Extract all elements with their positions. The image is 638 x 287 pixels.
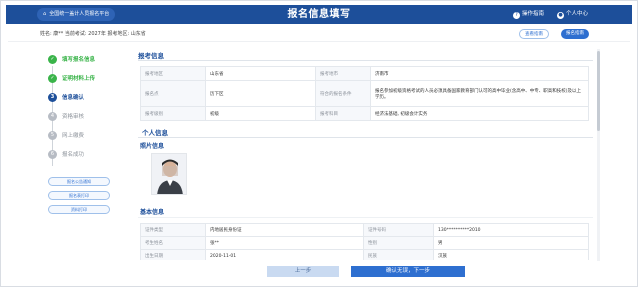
help-icon: ? (513, 12, 520, 19)
table-row: 证件类型 内地居民身份证 证件号码 130**********2010 (140, 223, 589, 237)
table-cell-label: 考生姓名 (140, 236, 206, 250)
table-cell-value: 历下区 (205, 80, 316, 107)
table-row: 报名点 历下区 符合的报名条件 报名参加初级资格考试的人员必须具备国家教育部门认… (140, 80, 589, 107)
section-divider (138, 137, 593, 138)
user-label: 个人中心 (566, 11, 589, 17)
step-label: 报名成功 (62, 152, 85, 158)
table-cell-value: 山东省 (205, 66, 316, 81)
table-cell-label: 证件号码 (363, 223, 434, 237)
exam-section-title: 报考信息 (138, 52, 164, 60)
registration-guide-button[interactable]: 报名指南 (561, 29, 589, 39)
table-cell-label: 证件类型 (140, 223, 206, 237)
step-registration-success: 6 报名成功 (48, 149, 84, 161)
step-number: 6 (48, 150, 57, 159)
table-cell-value: 内地居民身份证 (205, 223, 364, 237)
print-materials-button[interactable]: 资料打印 (48, 205, 110, 214)
page: ⌂ 全国统一盖计人员报名平台 报名信息填写 ? 操作指南 ● 个人中心 姓名: 康**… (0, 0, 638, 287)
table-cell-label: 报考地市 (315, 66, 371, 81)
candidate-photo (151, 153, 187, 195)
user-center-menu[interactable]: ● 个人中心 (557, 9, 588, 20)
table-row: 出生日期 2020-11-01 民族 汉族 (140, 249, 589, 260)
step-number: 5 (48, 131, 57, 140)
basic-info-table: 证件类型 内地居民身份证 证件号码 130**********2010 考生姓名… (140, 223, 589, 260)
section-divider (138, 60, 593, 61)
step-label: 信息确认 (62, 95, 85, 101)
table-row: 报考地区 山东省 报考地市 济南市 (140, 66, 589, 81)
photo-section-title: 照片信息 (140, 143, 165, 150)
exam-info-table: 报考地区 山东省 报考地市 济南市 报名点 历下区 符合的报名条件 报名参加初级… (140, 66, 589, 121)
step-number: 4 (48, 112, 57, 121)
scrollbar-thumb[interactable] (597, 51, 600, 131)
exam-info-bar: 姓名: 康** 当前考试: 2027年 报考地区: 山东省 查看指南 报名指南 (8, 26, 630, 42)
check-icon: ✓ (48, 55, 57, 64)
basic-info-title: 基本信息 (140, 209, 165, 216)
step-qualification-review: 4 资格审核 (48, 111, 84, 123)
step-online-payment: 5 网上缴费 (48, 130, 84, 142)
help-menu[interactable]: ? 操作指南 (513, 9, 544, 20)
table-cell-value: 130**********2010 (433, 223, 589, 237)
previous-step-button[interactable]: 上一步 (267, 266, 339, 277)
help-label: 操作指南 (522, 11, 545, 17)
table-cell-label: 出生日期 (140, 249, 206, 260)
step-label: 资格审核 (62, 114, 85, 120)
step-fill-info[interactable]: ✓ 填写报名信息 (48, 54, 95, 66)
step-label: 网上缴费 (62, 133, 85, 139)
user-icon: ● (557, 12, 564, 19)
table-cell-label: 报考级别 (140, 106, 206, 121)
table-cell-value: 张** (205, 236, 364, 250)
table-row: 报考级别 初级 报考科目 经济法基础, 初级会计实务 (140, 106, 589, 121)
print-form-button[interactable]: 报名表打印 (48, 191, 110, 200)
table-cell-value: 济南市 (370, 66, 589, 81)
step-label: 填写报名信息 (62, 57, 96, 63)
step-sidebar: ✓ 填写报名信息 ✓ 证明材料上传 3 信息确认 4 资格审核 5 网上缴费 6 报名成功 … (38, 48, 136, 273)
announcement-button[interactable]: 报名公告通知 (48, 177, 110, 186)
table-cell-label: 报名点 (140, 80, 206, 107)
table-cell-label: 民族 (363, 249, 434, 260)
table-cell-label: 符合的报名条件 (315, 80, 371, 107)
view-guide-button[interactable]: 查看指南 (519, 29, 549, 39)
table-cell-value: 初级 (205, 106, 316, 121)
table-row: 考生姓名 张** 性别 男 (140, 236, 589, 250)
table-cell-value: 报名参加初级资格考试的人员必须具备国家教育部门认可的高中毕业(含高中、中专、职高… (370, 80, 589, 107)
step-confirm-info[interactable]: 3 信息确认 (48, 92, 84, 104)
step-label: 证明材料上传 (62, 76, 96, 82)
table-cell-label: 性别 (363, 236, 434, 250)
table-cell-value: 经济法基础, 初级会计实务 (370, 106, 589, 121)
table-cell-value: 男 (433, 236, 589, 250)
check-icon: ✓ (48, 74, 57, 83)
scrollbar[interactable] (597, 49, 600, 261)
personal-section-title: 个人信息 (142, 129, 168, 137)
main-content: 报考信息 报考地区 山东省 报考地市 济南市 报名点 历下区 符合的报名条件 报… (138, 48, 593, 260)
section-divider (138, 217, 593, 218)
header-bar: ⌂ 全国统一盖计人员报名平台 报名信息填写 ? 操作指南 ● 个人中心 (6, 5, 632, 24)
step-number: 3 (48, 93, 57, 102)
table-cell-value: 汉族 (433, 249, 589, 260)
step-upload-materials[interactable]: ✓ 证明材料上传 (48, 73, 95, 85)
person-silhouette-icon (152, 154, 186, 194)
candidate-summary: 姓名: 康** 当前考试: 2027年 报考地区: 山东省 (40, 31, 146, 37)
table-cell-label: 报考科目 (315, 106, 371, 121)
table-cell-label: 报考地区 (140, 66, 206, 81)
confirm-next-button[interactable]: 确认无误，下一步 (351, 266, 465, 277)
table-cell-value: 2020-11-01 (205, 249, 364, 260)
